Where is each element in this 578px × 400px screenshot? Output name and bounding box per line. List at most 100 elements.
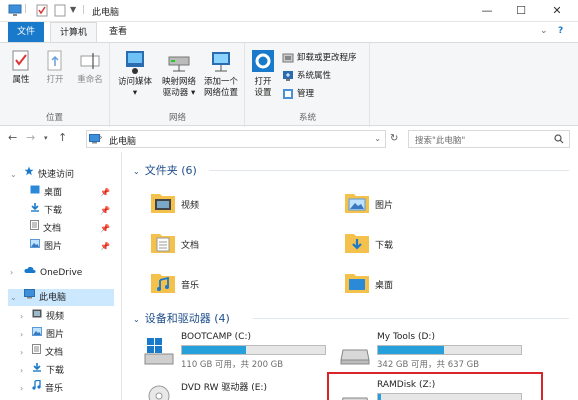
help-icon[interactable]: ? [558, 26, 563, 36]
drive-d-free-space: 342 GB 可用，共 637 GB [377, 360, 480, 370]
close-button[interactable]: ✕ [540, 0, 574, 22]
chevron-right-icon[interactable]: › [20, 362, 23, 379]
uninstall-label: 卸载或更改程序 [297, 53, 357, 63]
nav-this-pc[interactable]: ⌄ 此电脑 [8, 289, 114, 306]
maximize-button[interactable]: ☐ [504, 0, 538, 22]
computer-icon[interactable] [8, 4, 22, 17]
add-network-location-button[interactable]: 添加一个 网络位置 [199, 49, 243, 99]
new-folder-icon[interactable] [54, 4, 67, 17]
picture-icon [30, 238, 40, 255]
chevron-down-icon[interactable]: ⌄ [133, 167, 140, 176]
nav-pc-downloads[interactable]: › 下载 [20, 362, 64, 379]
drive-d[interactable]: My Tools (D:) 342 GB 可用，共 637 GB [339, 332, 539, 372]
nav-quick-desktop[interactable]: 桌面 📌 [30, 184, 114, 201]
folder-videos[interactable]: 视频 [149, 188, 329, 224]
nav-pc-videos[interactable]: › 视频 [20, 308, 64, 325]
system-properties-icon [283, 70, 293, 81]
pin-icon[interactable]: 📌 [100, 184, 110, 201]
tab-view[interactable]: 查看 [100, 22, 136, 42]
nav-quick-pictures[interactable]: 图片 📌 [30, 238, 114, 255]
download-icon [32, 362, 42, 379]
pin-icon[interactable]: 📌 [100, 202, 110, 219]
nav-quick-documents[interactable]: 文档 📌 [30, 220, 114, 237]
open-settings-button[interactable]: 打开 设置 [248, 49, 278, 99]
nav-quick-downloads[interactable]: 下载 📌 [30, 202, 114, 219]
folder-music[interactable]: 音乐 [149, 268, 329, 304]
folder-pictures[interactable]: 图片 [343, 188, 523, 224]
ribbon-group-network: 访问媒体 ▾ 映射网络 驱动器 ▾ 添加一个 网络位置 网络 [111, 43, 245, 127]
system-properties-button[interactable]: 系统属性 [282, 69, 331, 84]
tab-computer[interactable]: 计算机 [50, 22, 98, 42]
open-icon [47, 50, 62, 71]
drive-c-name: BOOTCAMP (C:) [181, 332, 251, 342]
nav-onedrive-label: OneDrive [40, 268, 83, 278]
properties-check-icon[interactable] [36, 4, 49, 17]
manage-button[interactable]: 管理 [282, 87, 314, 102]
recent-locations-icon[interactable]: ▾ [44, 134, 48, 142]
uninstall-programs-button[interactable]: 卸载或更改程序 [282, 51, 357, 66]
ribbon-tabs: 文件 计算机 查看 ⌄ ? [0, 22, 578, 42]
settings-gear-icon [252, 50, 274, 72]
map-drive-button[interactable]: 映射网络 驱动器 ▾ [159, 49, 199, 99]
nav-pc-documents[interactable]: › 文档 [20, 344, 63, 361]
nav-pc-videos-label: 视频 [46, 312, 65, 322]
folder-documents[interactable]: 文档 [149, 228, 329, 264]
pin-icon[interactable]: 📌 [100, 220, 110, 237]
access-media-icon [126, 51, 144, 74]
drive-c[interactable]: BOOTCAMP (C:) 110 GB 可用，共 200 GB [143, 332, 343, 372]
nav-onedrive[interactable]: › OneDrive [10, 264, 82, 281]
nav-quick-access[interactable]: ⌄ 快速访问 [10, 166, 74, 183]
address-dropdown-icon[interactable]: ⌄ [374, 134, 381, 143]
folder-downloads[interactable]: 下载 [343, 228, 523, 264]
collapse-ribbon-icon[interactable]: ⌄ [540, 26, 548, 36]
section-folders[interactable]: ⌄ 文件夹 (6) [133, 162, 197, 178]
chevron-right-icon[interactable]: › [20, 380, 23, 397]
picture-folder-icon [345, 194, 369, 213]
chevron-down-icon[interactable]: ⌄ [133, 315, 140, 324]
title-separator: | [82, 5, 86, 15]
breadcrumb-chevron-icon[interactable]: › [99, 133, 103, 143]
ribbon-group-system-label: 系统 [298, 113, 316, 123]
section-divider [209, 170, 569, 171]
add-location-label-2: 网络位置 [203, 88, 238, 98]
nav-pc-downloads-label: 下载 [46, 366, 65, 376]
drive-d-usage-bar [377, 345, 522, 355]
access-media-button[interactable]: 访问媒体 ▾ [115, 49, 155, 99]
address-bar-row: ← → ▾ ↑ › 此电脑 ⌄ ↻ 搜索"此电脑" [0, 128, 578, 150]
access-media-label: 访问媒体 [117, 77, 152, 87]
pin-icon[interactable]: 📌 [100, 238, 110, 255]
up-arrow-icon[interactable]: ↑ [58, 131, 67, 144]
nav-pc-pictures-label: 图片 [46, 330, 65, 340]
chevron-right-icon[interactable]: › [20, 326, 23, 343]
download-icon [30, 202, 40, 219]
breadcrumb-this-pc[interactable]: 此电脑 [109, 134, 136, 147]
manage-icon [283, 88, 293, 99]
address-box[interactable]: › 此电脑 ⌄ [86, 130, 386, 148]
content-pane: ⌄ 文件夹 (6) 视频 图片 文档 下载 音乐 桌面 ⌄ 设备和驱动器 (4) B… [123, 152, 578, 400]
chevron-right-icon[interactable]: › [10, 264, 13, 281]
forward-arrow-icon[interactable]: → [26, 131, 35, 144]
open-button[interactable]: 打开 [42, 49, 68, 86]
system-properties-label: 系统属性 [297, 71, 332, 81]
nav-pc-music[interactable]: › 音乐 [20, 379, 63, 397]
search-box[interactable]: 搜索"此电脑" [408, 130, 570, 148]
section-divider [253, 318, 569, 319]
drive-e[interactable]: DVD RW 驱动器 (E:) [143, 380, 343, 400]
tab-file[interactable]: 文件 [8, 22, 45, 42]
nav-quick-documents-label: 文档 [43, 224, 62, 234]
chevron-right-icon[interactable]: › [20, 344, 23, 361]
folder-desktop[interactable]: 桌面 [343, 268, 523, 304]
minimize-button[interactable]: — [470, 0, 504, 22]
properties-button[interactable]: 属性 [8, 49, 34, 86]
nav-pc-pictures[interactable]: › 图片 [20, 326, 64, 343]
chevron-right-icon[interactable]: › [20, 308, 23, 325]
rename-button[interactable]: 重命名 [74, 49, 106, 86]
back-arrow-icon[interactable]: ← [8, 131, 17, 144]
section-devices[interactable]: ⌄ 设备和驱动器 (4) [133, 310, 230, 326]
open-settings-label-1: 打开 [254, 77, 272, 87]
pc-icon [24, 289, 35, 306]
chevron-down-icon[interactable]: ⌄ [10, 166, 17, 183]
refresh-icon[interactable]: ↻ [390, 133, 398, 144]
add-location-label-1: 添加一个 [203, 77, 238, 87]
chevron-down-icon[interactable]: ⌄ [10, 289, 17, 306]
